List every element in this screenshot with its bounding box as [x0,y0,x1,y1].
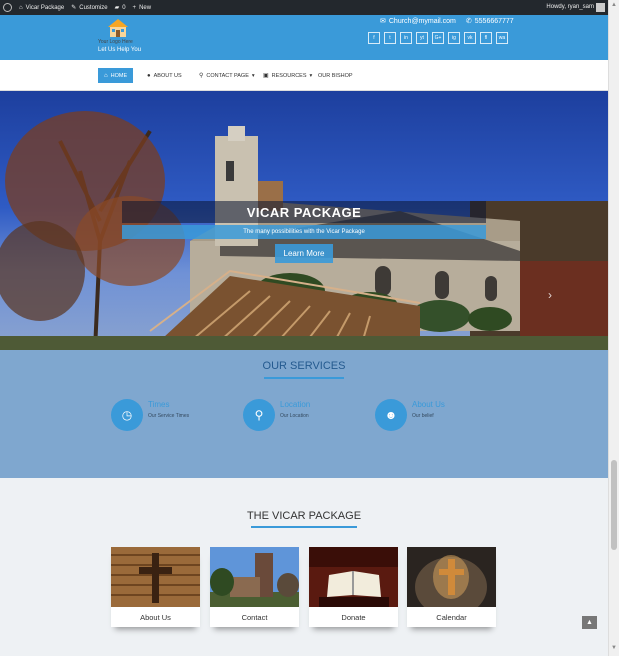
slide-title: VICAR PACKAGE [122,201,486,223]
scroll-up-icon[interactable]: ▲ [611,2,617,8]
nav-item-our-bishop[interactable]: OUR BISHOP [312,68,359,83]
nav-item-home[interactable]: ⌂ HOME [98,68,134,83]
service-location[interactable]: ⚲ Location Our Location [243,397,363,433]
whatsapp-icon[interactable]: wa [496,32,508,44]
chevron-down-icon: ▾ [251,72,255,79]
site-logo[interactable]: Your Logo Here [98,19,148,45]
card-image [111,547,200,607]
service-desc: Our Service Times [148,413,190,419]
scroll-to-top-button[interactable]: ▲ [582,616,597,629]
nav-item-about-us[interactable]: ● ABOUT US [141,68,188,83]
instagram-icon[interactable]: ig [448,32,460,44]
home-icon: ⌂ [104,72,108,79]
wooden-cross-image [111,547,200,607]
service-desc: Our belief [412,413,434,419]
service-times[interactable]: ◷ Times Our Service Times [111,397,231,433]
glowing-cross-image [407,547,496,607]
package-section: THE VICAR PACKAGE About Us Contact Donat… [0,478,608,656]
card-calendar[interactable]: Calendar [407,547,496,627]
users-icon: ☻ [375,399,407,431]
scroll-down-icon[interactable]: ▼ [611,645,617,651]
site-tagline: Let Us Help You [98,47,142,53]
church-logo-icon [108,19,128,37]
location-icon: ⚲ [199,73,204,79]
twitter-icon[interactable]: t [384,32,396,44]
card-about-us[interactable]: About Us [111,547,200,627]
card-label: Calendar [436,612,467,622]
open-bible-image [309,547,398,607]
facebook-icon[interactable]: f [368,32,380,44]
church-exterior-image [210,547,299,607]
card-image [407,547,496,607]
admin-comments-link[interactable]: ▰ 0 [114,4,126,12]
scrollbar[interactable]: ▲ ▼ [608,0,619,656]
service-desc: Our Location [280,413,309,419]
home-icon: ⌂ [19,4,23,11]
avatar[interactable] [596,3,605,12]
phone-link[interactable]: ✆ 5556667777 [465,17,514,26]
phone-icon: ✆ [465,18,472,25]
service-about-us[interactable]: ☻ About Us Our belief [375,397,495,433]
google-plus-icon[interactable]: G+ [432,32,444,44]
card-label: About Us [140,612,171,622]
service-name[interactable]: Times [148,400,169,409]
howdy-user[interactable]: Howdy, ryan_sam [546,4,594,10]
card-image [309,547,398,607]
site-header: Your Logo Here Let Us Help You ✉ Church@m… [0,15,608,60]
map-pin-icon: ⚲ [243,399,275,431]
chevron-up-icon: ▲ [586,619,593,626]
service-name[interactable]: About Us [412,400,445,409]
services-title-underline [264,377,344,379]
hero-slider: VICAR PACKAGE The many possibilities wit… [0,91,608,350]
youtube-icon[interactable]: yt [416,32,428,44]
admin-new-link[interactable]: + New [133,5,152,11]
scrollbar-thumb[interactable] [611,460,617,550]
learn-more-button[interactable]: Learn More [275,244,333,263]
email-link[interactable]: ✉ Church@mymail.com [380,17,456,26]
contact-info: ✉ Church@mymail.com ✆ 5556667777 [380,17,514,26]
flickr-icon[interactable]: fl [480,32,492,44]
linkedin-icon[interactable]: in [400,32,412,44]
info-icon: ● [147,72,151,79]
admin-bar: ⌂ Vicar Package ✎ Customize ▰ 0 + New Howdy,… [0,0,608,15]
slider-next-icon[interactable]: › [548,288,552,302]
logo-text: Your Logo Here [98,39,133,45]
admin-customize-link[interactable]: ✎ Customize [71,4,107,12]
card-image [210,547,299,607]
wordpress-logo-icon[interactable] [3,3,12,12]
book-icon: ▣ [263,73,269,79]
social-links: f t in yt G+ ig vk fl wa [368,32,508,44]
clock-icon: ◷ [111,399,143,431]
package-title: THE VICAR PACKAGE [246,510,362,522]
nav-item-contact-page[interactable]: ⚲ CONTACT PAGE ▾ [193,68,261,83]
comment-icon: ▰ [114,5,120,11]
envelope-icon: ✉ [380,18,386,25]
card-label: Donate [341,612,366,622]
card-label: Contact [241,612,268,622]
nav-item-resources[interactable]: ▣ RESOURCES ▾ [257,68,318,83]
package-title-underline [251,526,357,528]
card-donate[interactable]: Donate [309,547,398,627]
service-name[interactable]: Location [280,400,310,409]
vk-icon[interactable]: vk [464,32,476,44]
services-title: OUR SERVICES [262,360,346,372]
brush-icon: ✎ [71,5,77,11]
card-contact[interactable]: Contact [210,547,299,627]
admin-site-link[interactable]: ⌂ Vicar Package [19,5,64,11]
services-section: OUR SERVICES ◷ Times Our Service Times ⚲… [0,350,608,478]
main-navigation: ⌂ HOME ● ABOUT US ⚲ CONTACT PAGE ▾ ▣ RES… [0,60,608,91]
plus-icon: + [132,4,137,11]
slide-subtitle: The many possibilities with the Vicar Pa… [122,225,486,239]
